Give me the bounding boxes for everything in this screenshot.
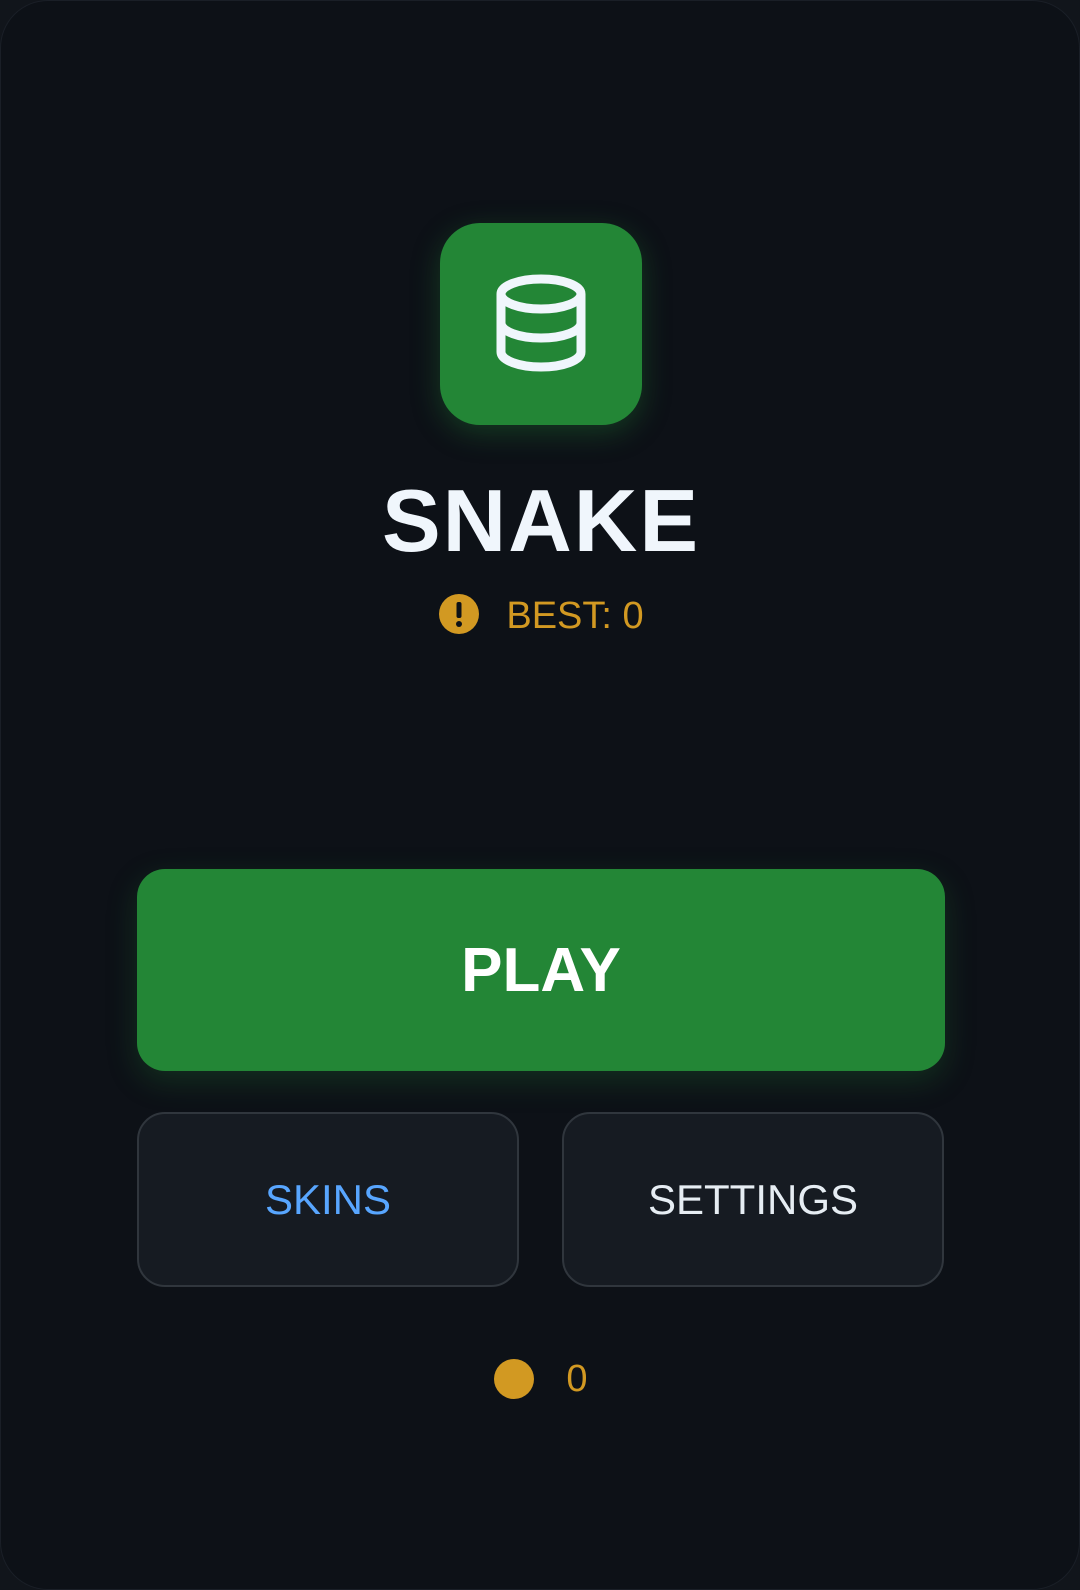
game-title: SNAKE [381,471,701,570]
database-icon [493,272,589,376]
best-score: BEST: 0 [1,593,1079,640]
coin-balance: 0 [1,1357,1079,1401]
app-logo [440,223,642,425]
main-menu-screen: SNAKE BEST: 0 PLAY SKINS SETTINGS 0 [0,0,1080,1590]
skins-button[interactable]: SKINS [137,1112,519,1287]
settings-button[interactable]: SETTINGS [562,1112,944,1287]
coin-count: 0 [566,1358,588,1400]
play-button[interactable]: PLAY [137,869,945,1071]
coin-icon [494,1359,535,1399]
alert-circle-icon [438,593,480,640]
best-score-label: BEST: 0 [506,595,644,637]
